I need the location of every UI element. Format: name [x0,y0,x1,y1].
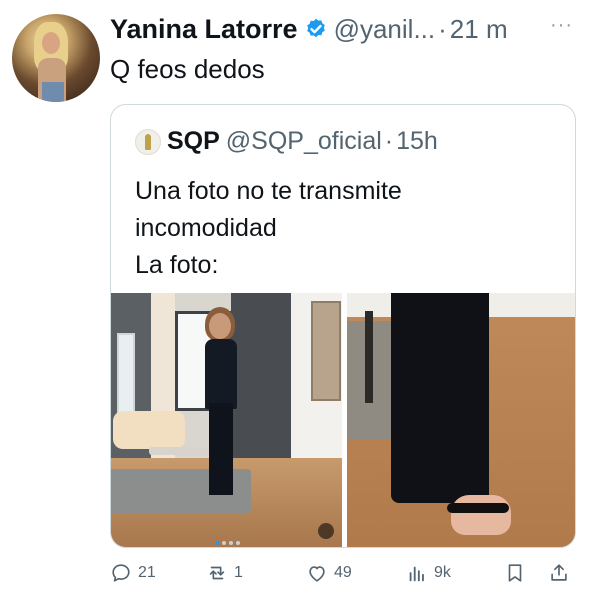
quoted-time: 15h [396,127,438,155]
media-photo-feet[interactable] [347,293,575,547]
photo-person-body [205,339,237,409]
quoted-avatar [135,128,161,155]
media-photo-room[interactable] [111,293,342,547]
quoted-author-handle: @SQP_oficial [225,127,382,155]
photo-wall-center [231,293,291,463]
like-button[interactable]: 49 [306,562,352,584]
reply-icon [112,564,130,582]
quoted-separator-dot: · [384,127,394,155]
author-avatar[interactable] [12,14,100,102]
photo-armchair [113,411,185,449]
photo-foot [451,495,511,535]
quoted-tweet-text: Una foto no te transmite incomodidad La … [135,173,555,284]
tweet-time[interactable]: 21 m [450,14,508,45]
author-name[interactable]: Yanina Latorre [110,14,298,45]
media-page-dots [215,541,240,545]
quoted-tweet-header: SQP @SQP_oficial · 15h [135,127,438,156]
photo-person-head [209,313,231,339]
verified-badge-icon [306,18,325,38]
separator-dot: · [438,13,447,44]
tweet-header: Yanina Latorre @yanil... · 21 m [110,10,508,48]
photo-person-legs [209,403,233,495]
quoted-text-line: La foto: [135,251,219,279]
share-icon [551,564,567,581]
quoted-text-line: incomodidad [135,214,277,242]
more-options-icon[interactable]: ··· [550,14,573,37]
author-handle[interactable]: @yanil... [334,14,436,45]
repost-button[interactable]: 1 [206,562,243,584]
quoted-tweet[interactable]: SQP @SQP_oficial · 15h Una foto no te tr… [110,104,576,548]
page-dot [222,541,226,545]
repost-icon [209,566,225,580]
quoted-avatar-figure [145,133,151,150]
share-button[interactable] [548,562,570,584]
bookmark-button[interactable] [504,562,526,584]
bookmark-icon [508,564,522,582]
page-dot [236,541,240,545]
avatar-legs [42,82,64,102]
quoted-media [111,293,575,547]
photo-pants [391,293,489,503]
page-dot [215,541,219,545]
media-badge-icon [318,523,334,539]
views-icon [409,566,424,582]
reply-count: 21 [138,564,156,581]
page-dot [229,541,233,545]
like-icon [309,566,325,582]
photo-sandal-strap [447,503,509,513]
like-count: 49 [334,564,352,581]
repost-count: 1 [234,564,243,581]
quoted-text-line: Una foto no te transmite [135,177,402,205]
quoted-author-name: SQP [167,127,220,155]
tweet-text: Q feos dedos [110,54,265,84]
views-button[interactable]: 9k [406,562,451,584]
avatar-face [42,32,60,54]
photo-chair-leg [365,311,373,403]
views-count: 9k [434,564,451,581]
reply-button[interactable]: 21 [110,562,156,584]
tweet-actions: 21 1 49 9k [0,558,589,594]
photo-artwork [311,301,341,401]
